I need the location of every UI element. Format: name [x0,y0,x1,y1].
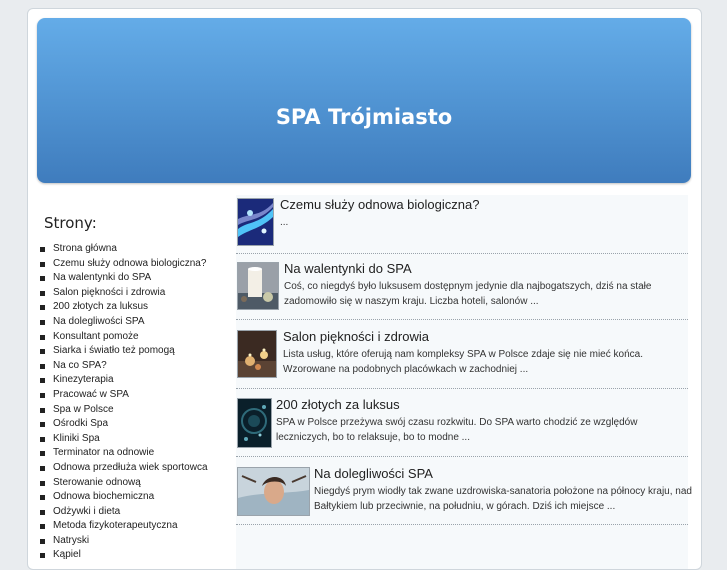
sidebar-item-walentynki[interactable]: Na walentynki do SPA [40,271,208,286]
sidebar-item-label[interactable]: Terminator na odnowie [53,447,154,458]
sidebar-item-label[interactable]: Sterowanie odnową [53,477,141,488]
sidebar-item-label[interactable]: Na walentynki do SPA [53,272,151,283]
sidebar-item-odnowa-sportowca[interactable]: Odnowa przedłuża wiek sportowca [40,461,208,476]
post-excerpt: SPA w Polsce przeżywa swój czasu rozkwit… [276,417,638,443]
sidebar-item-label[interactable]: Natryski [53,535,89,546]
post-item: 200 złotych za luksus SPA w Polsce przeż… [236,395,688,457]
bullet-icon [40,305,45,311]
sidebar-item-label[interactable]: Odnowa przedłuża wiek sportowca [53,462,208,473]
bullet-icon [40,553,45,559]
sidebar-item-label[interactable]: Salon piękności i zdrowia [53,287,165,298]
sidebar-item-pracowac[interactable]: Pracować w SPA [40,388,208,403]
sidebar-item-terminator[interactable]: Terminator na odnowie [40,446,208,461]
post-title[interactable]: 200 złotych za luksus [276,397,400,412]
sidebar: Strony: Strona główna Czemu służy odnowa… [36,195,229,569]
sidebar-item-natryski[interactable]: Natryski [40,534,208,549]
sidebar-item-label[interactable]: Kliniki Spa [53,433,100,444]
sidebar-item-label[interactable]: Na dolegliwości SPA [53,316,145,327]
post-item: Na dolegliwości SPA Niegdyś prym wiodły … [236,464,692,525]
sidebar-item-na-co-spa[interactable]: Na co SPA? [40,359,208,374]
sidebar-item-strona-glowna[interactable]: Strona główna [40,242,208,257]
post-item: Na walentynki do SPA Coś, co niegdyś był… [236,259,688,320]
sidebar-item-label[interactable]: Spa w Polsce [53,404,114,415]
bullet-icon [40,261,45,267]
bullet-icon [40,276,45,282]
post-item: Salon piękności i zdrowia Lista usług, k… [236,327,688,389]
post-title[interactable]: Czemu służy odnowa biologiczna? [280,197,479,212]
bullet-icon [40,436,45,442]
page-container: SPA Trójmiasto Strony: Strona główna Cze… [27,8,702,570]
bullet-icon [40,524,45,530]
sidebar-item-kapiel[interactable]: Kąpiel [40,548,208,563]
sidebar-item-biochemiczna[interactable]: Odnowa biochemiczna [40,490,208,505]
post-list: Czemu służy odnowa biologiczna? ... Na w… [236,195,692,569]
post-item: Czemu służy odnowa biologiczna? ... [236,195,688,254]
site-title[interactable]: SPA Trójmiasto [37,105,691,129]
candles-thumbnail-icon[interactable] [237,330,277,378]
sidebar-item-label[interactable]: Metoda fizykoterapeutyczna [53,520,178,531]
bullet-icon [40,319,45,325]
sidebar-item-fizykoterapia[interactable]: Metoda fizykoterapeutyczna [40,519,208,534]
sidebar-item-label[interactable]: Czemu służy odnowa biologiczna? [53,258,206,269]
post-title[interactable]: Salon piękności i zdrowia [283,329,429,344]
sidebar-item-dolegliwosci[interactable]: Na dolegliwości SPA [40,315,208,330]
sidebar-item-label[interactable]: Odnowa biochemiczna [53,491,154,502]
sidebar-item-odnowa-biologiczna[interactable]: Czemu służy odnowa biologiczna? [40,257,208,272]
sidebar-item-label[interactable]: Siarka i światło też pomogą [53,345,175,356]
sidebar-item-kliniki[interactable]: Kliniki Spa [40,432,208,447]
post-title[interactable]: Na walentynki do SPA [284,261,412,276]
sidebar-item-salon[interactable]: Salon piękności i zdrowia [40,286,208,301]
sidebar-item-200-zlotych[interactable]: 200 złotych za luksus [40,300,208,315]
post-excerpt: Coś, co niegdyś było luksusem dostępnym … [284,281,652,307]
sidebar-item-label[interactable]: Odżywki i dieta [53,506,120,517]
sidebar-heading: Strony: [44,214,97,232]
bullet-icon [40,538,45,544]
site-header: SPA Trójmiasto [37,18,691,183]
sidebar-item-konsultant[interactable]: Konsultant pomoże [40,330,208,345]
bullet-icon [40,349,45,355]
bullet-icon [40,422,45,428]
bullet-icon [40,451,45,457]
sidebar-item-odzywki[interactable]: Odżywki i dieta [40,505,208,520]
sidebar-item-siarka[interactable]: Siarka i światło też pomogą [40,344,208,359]
bullet-icon [40,392,45,398]
bullet-icon [40,334,45,340]
sidebar-item-label[interactable]: Na co SPA? [53,360,107,371]
sidebar-item-label[interactable]: Ośrodki Spa [53,418,108,429]
water-drops-thumbnail-icon[interactable] [237,398,272,448]
sidebar-item-spa-w-polsce[interactable]: Spa w Polsce [40,403,208,418]
post-excerpt: Niegdyś prym wiodły tak zwane uzdrowiska… [314,486,692,512]
post-title[interactable]: Na dolegliwości SPA [314,466,433,481]
sidebar-nav: Strona główna Czemu służy odnowa biologi… [40,242,208,563]
sidebar-item-kinezyterapia[interactable]: Kinezyterapia [40,373,208,388]
sidebar-item-label[interactable]: Strona główna [53,243,117,254]
sidebar-item-sterowanie[interactable]: Sterowanie odnową [40,476,208,491]
bullet-icon [40,509,45,515]
bullet-icon [40,247,45,252]
bullet-icon [40,465,45,471]
sidebar-item-label[interactable]: Kąpiel [53,549,81,560]
bullet-icon [40,363,45,369]
bullet-icon [40,290,45,296]
sidebar-item-label[interactable]: Konsultant pomoże [53,331,139,342]
bullet-icon [40,480,45,486]
post-excerpt: ... [280,217,289,228]
sidebar-item-label[interactable]: Kinezyterapia [53,374,114,385]
woman-in-bath-thumbnail-icon[interactable] [237,467,310,516]
bullet-icon [40,378,45,384]
sidebar-item-label[interactable]: Pracować w SPA [53,389,129,400]
sidebar-item-label[interactable]: 200 złotych za luksus [53,301,148,312]
post-excerpt: Lista usług, które oferują nam kompleksy… [283,349,643,375]
blue-lights-thumbnail-icon[interactable] [237,198,274,246]
candle-thumbnail-icon[interactable] [237,262,279,310]
sidebar-item-osrodki[interactable]: Ośrodki Spa [40,417,208,432]
bullet-icon [40,495,45,501]
bullet-icon [40,407,45,413]
